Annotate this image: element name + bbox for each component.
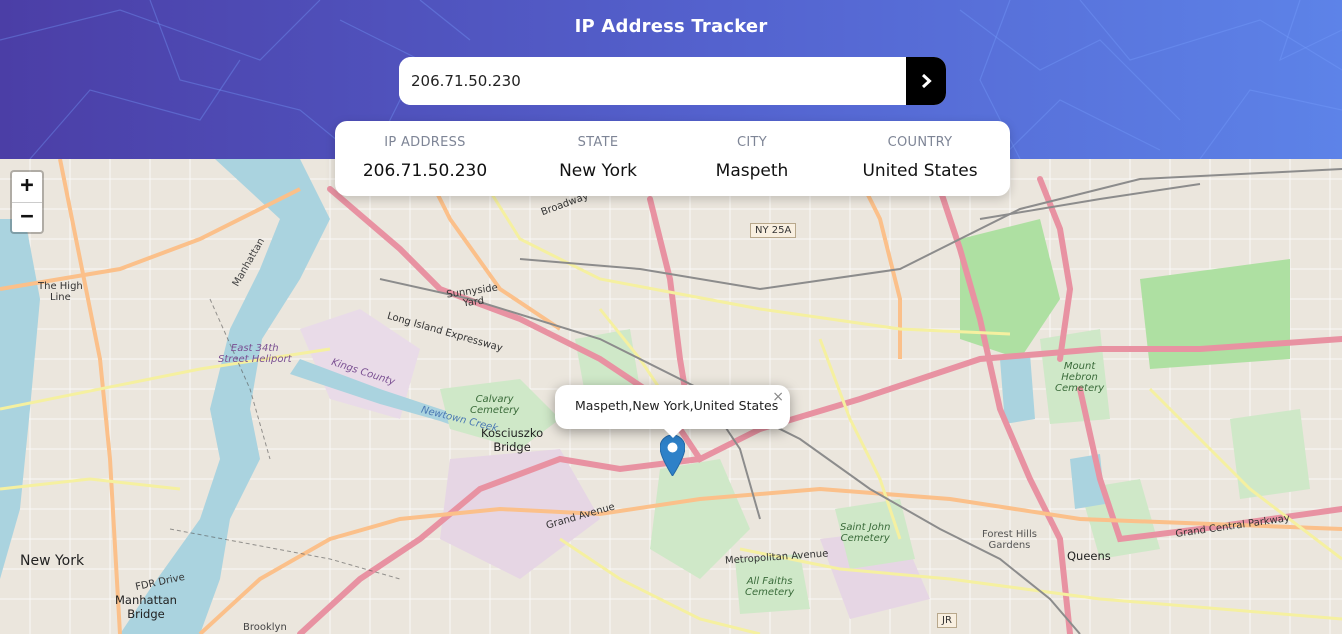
country-value: United States bbox=[862, 161, 978, 181]
location-popup: Maspeth,New York,United States × bbox=[555, 385, 790, 438]
ip-address-block: IP ADDRESS 206.71.50.230 bbox=[341, 121, 509, 196]
map-view[interactable]: New York Queens Manhattan Bridge Koscius… bbox=[0, 159, 1342, 634]
map-label-heliport: East 34th Street Heliport bbox=[218, 343, 292, 365]
map-label-high-line: The High Line bbox=[38, 281, 83, 303]
zoom-out-button[interactable]: − bbox=[12, 203, 42, 233]
city-label: CITY bbox=[737, 135, 767, 150]
search-button[interactable] bbox=[906, 57, 946, 105]
popup-close-button[interactable]: × bbox=[772, 389, 784, 405]
country-block: COUNTRY United States bbox=[836, 121, 1004, 196]
map-label-all-faiths-cemetery: All Faiths Cemetery bbox=[745, 576, 795, 598]
city-block: CITY Maspeth bbox=[668, 121, 836, 196]
map-label-forest-hills: Forest Hills Gardens bbox=[982, 529, 1037, 551]
map-label-new-york: New York bbox=[20, 553, 85, 569]
map-label-mount-hebron-cemetery: Mount Hebron Cemetery bbox=[1055, 361, 1105, 394]
state-label: STATE bbox=[577, 135, 619, 150]
popup-tip bbox=[663, 428, 683, 438]
search-bar bbox=[399, 57, 946, 105]
route-shield-ny25a: NY 25A bbox=[750, 223, 797, 238]
state-value: New York bbox=[559, 161, 637, 181]
state-block: STATE New York bbox=[514, 121, 682, 196]
zoom-control: + − bbox=[10, 170, 44, 234]
route-shield-jr: JR bbox=[937, 613, 957, 628]
map-label-brooklyn: Brooklyn bbox=[243, 622, 287, 633]
map-label-manhattan-bridge: Manhattan Bridge bbox=[115, 593, 177, 621]
search-input[interactable] bbox=[399, 57, 906, 105]
map-label-queens: Queens bbox=[1067, 549, 1111, 563]
app-title: IP Address Tracker bbox=[574, 16, 768, 37]
map-pin-icon[interactable] bbox=[660, 435, 685, 476]
ip-info-card: IP ADDRESS 206.71.50.230 STATE New York … bbox=[335, 121, 1010, 196]
chevron-right-icon bbox=[921, 74, 932, 88]
ip-address-value: 206.71.50.230 bbox=[362, 161, 488, 181]
country-label: COUNTRY bbox=[887, 135, 953, 150]
ip-address-label: IP ADDRESS bbox=[384, 135, 466, 150]
zoom-in-button[interactable]: + bbox=[12, 172, 42, 203]
popup-text: Maspeth,New York,United States bbox=[575, 398, 779, 413]
map-label-saint-john-cemetery: Saint John Cemetery bbox=[840, 522, 891, 544]
map-label-calvary-cemetery: Calvary Cemetery bbox=[470, 394, 520, 416]
city-value: Maspeth bbox=[715, 161, 789, 181]
